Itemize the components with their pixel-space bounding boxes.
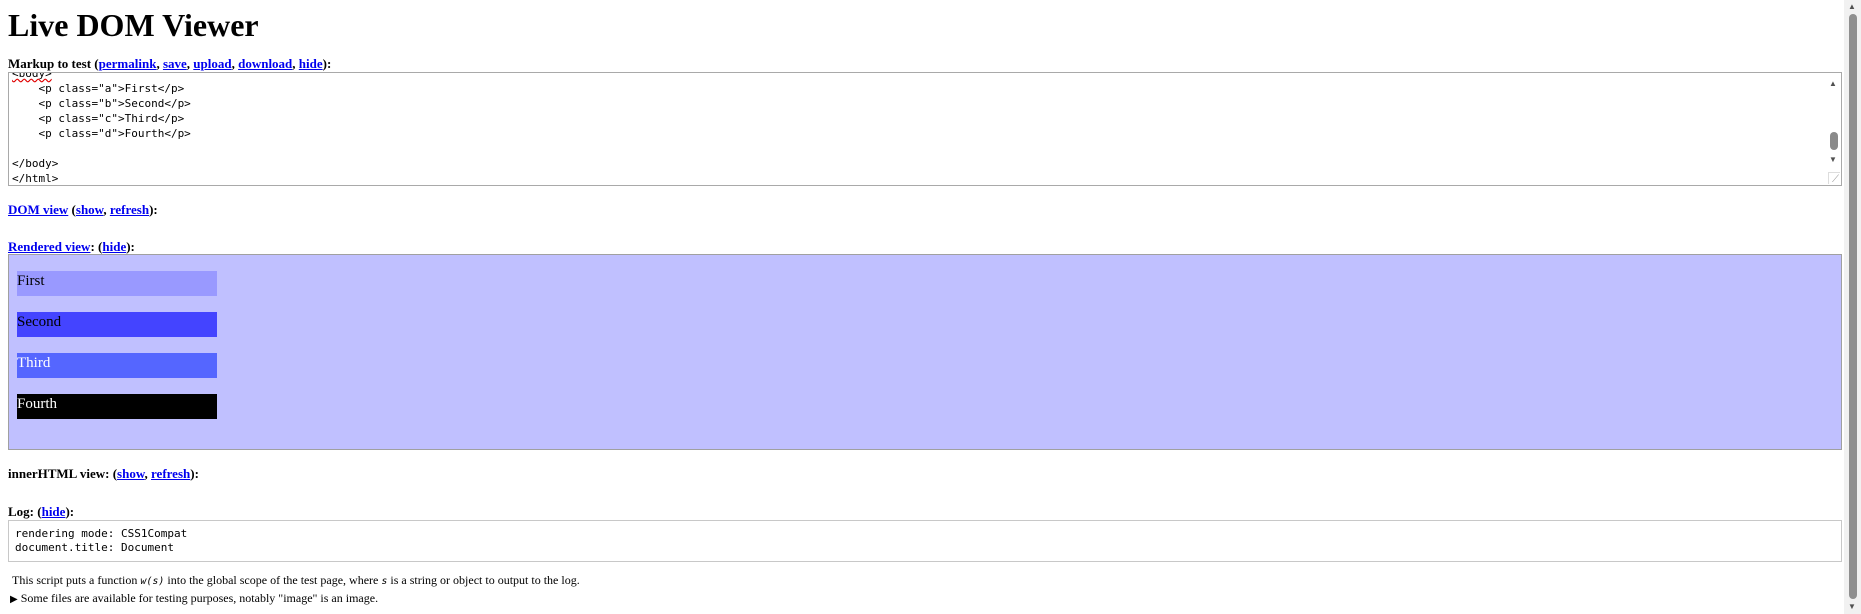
- upload-link[interactable]: upload: [193, 56, 231, 71]
- page-scroll-up-icon[interactable]: ▲: [1848, 2, 1856, 12]
- rendered-view-header: Rendered view: (hide):: [8, 239, 135, 255]
- hide-markup-link[interactable]: hide: [299, 56, 323, 71]
- rendered-view-frame: First Second Third Fourth: [8, 254, 1842, 450]
- log-label: Log: (: [8, 504, 42, 519]
- script-note-fn: w(s): [140, 576, 165, 587]
- rendered-paragraph-third: Third: [17, 353, 217, 378]
- save-link[interactable]: save: [163, 56, 187, 71]
- log-suffix: ):: [65, 504, 75, 519]
- code-line-3: <p class="b">Second</p>: [12, 97, 191, 110]
- rendered-paragraph-first: First: [17, 271, 217, 296]
- rendered-view-suffix: ):: [126, 239, 135, 254]
- dom-view-sep: (: [68, 202, 76, 217]
- code-line-4: <p class="c">Third</p>: [12, 112, 185, 125]
- editor-scrollbar-thumb[interactable]: [1830, 132, 1838, 150]
- code-line-1: <body>: [12, 72, 52, 80]
- script-note: This script puts a function w(s) into th…: [12, 572, 580, 590]
- resize-grip-icon[interactable]: ⟋: [1828, 172, 1840, 185]
- script-note-mid: into the global scope of the test page, …: [164, 573, 382, 587]
- markup-section-header: Markup to test (permalink, save, upload,…: [8, 56, 332, 71]
- page-scrollbar[interactable]: ▲ ▼: [1844, 0, 1861, 614]
- innerhtml-view-header: innerHTML view: (show, refresh):: [8, 466, 199, 481]
- page-scrollbar-thumb[interactable]: [1849, 14, 1857, 599]
- innerhtml-show-link[interactable]: show: [117, 466, 144, 481]
- dom-show-link[interactable]: show: [76, 202, 103, 217]
- files-disclosure[interactable]: ▶ Some files are available for testing p…: [10, 590, 378, 608]
- innerhtml-refresh-link[interactable]: refresh: [151, 466, 190, 481]
- code-line-8: </html>: [12, 172, 59, 185]
- dom-view-header: DOM view (show, refresh):: [8, 202, 158, 217]
- permalink-link[interactable]: permalink: [99, 56, 157, 71]
- download-link[interactable]: download: [238, 56, 292, 71]
- rendered-view-sep: : (: [90, 239, 103, 254]
- chevron-up-icon[interactable]: ▲: [1829, 79, 1837, 89]
- markup-code[interactable]: <body> <p class="a">First</p> <p class="…: [12, 72, 191, 185]
- chevron-down-icon[interactable]: ▼: [1829, 155, 1837, 165]
- log-line-2: document.title: Document: [15, 541, 174, 554]
- rendered-hide-link[interactable]: hide: [102, 239, 126, 254]
- page-scroll-down-icon[interactable]: ▼: [1848, 602, 1856, 612]
- editor-scrollbar[interactable]: ▲ ▼: [1827, 73, 1841, 185]
- triangle-right-icon[interactable]: ▶: [10, 594, 18, 605]
- rendered-view-link[interactable]: Rendered view: [8, 239, 90, 254]
- log-line-1: rendering mode: CSS1Compat: [15, 527, 188, 540]
- files-summary[interactable]: Some files are available for testing pur…: [21, 591, 378, 605]
- page-title: Live DOM Viewer: [8, 7, 259, 43]
- code-line-5: <p class="d">Fourth</p>: [12, 127, 191, 140]
- dom-view-link[interactable]: DOM view: [8, 202, 68, 217]
- script-note-post: is a string or object to output to the l…: [387, 573, 580, 587]
- rendered-paragraph-second: Second: [17, 312, 217, 337]
- innerhtml-label: innerHTML view: (: [8, 466, 118, 481]
- code-line-7: </body>: [12, 157, 59, 170]
- script-note-pre: This script puts a function: [12, 573, 141, 587]
- log-hide-link[interactable]: hide: [42, 504, 66, 519]
- markup-label: Markup to test (: [8, 56, 99, 71]
- log-output: rendering mode: CSS1Compat document.titl…: [8, 520, 1842, 562]
- markup-label-suffix: ):: [322, 56, 332, 71]
- innerhtml-suffix: ):: [190, 466, 199, 481]
- rendered-paragraph-fourth: Fourth: [17, 394, 217, 419]
- markup-editor[interactable]: <body> <p class="a">First</p> <p class="…: [8, 72, 1842, 186]
- dom-refresh-link[interactable]: refresh: [110, 202, 149, 217]
- dom-view-suffix: ):: [149, 202, 158, 217]
- code-line-2: <p class="a">First</p>: [12, 82, 185, 95]
- log-header: Log: (hide):: [8, 504, 74, 520]
